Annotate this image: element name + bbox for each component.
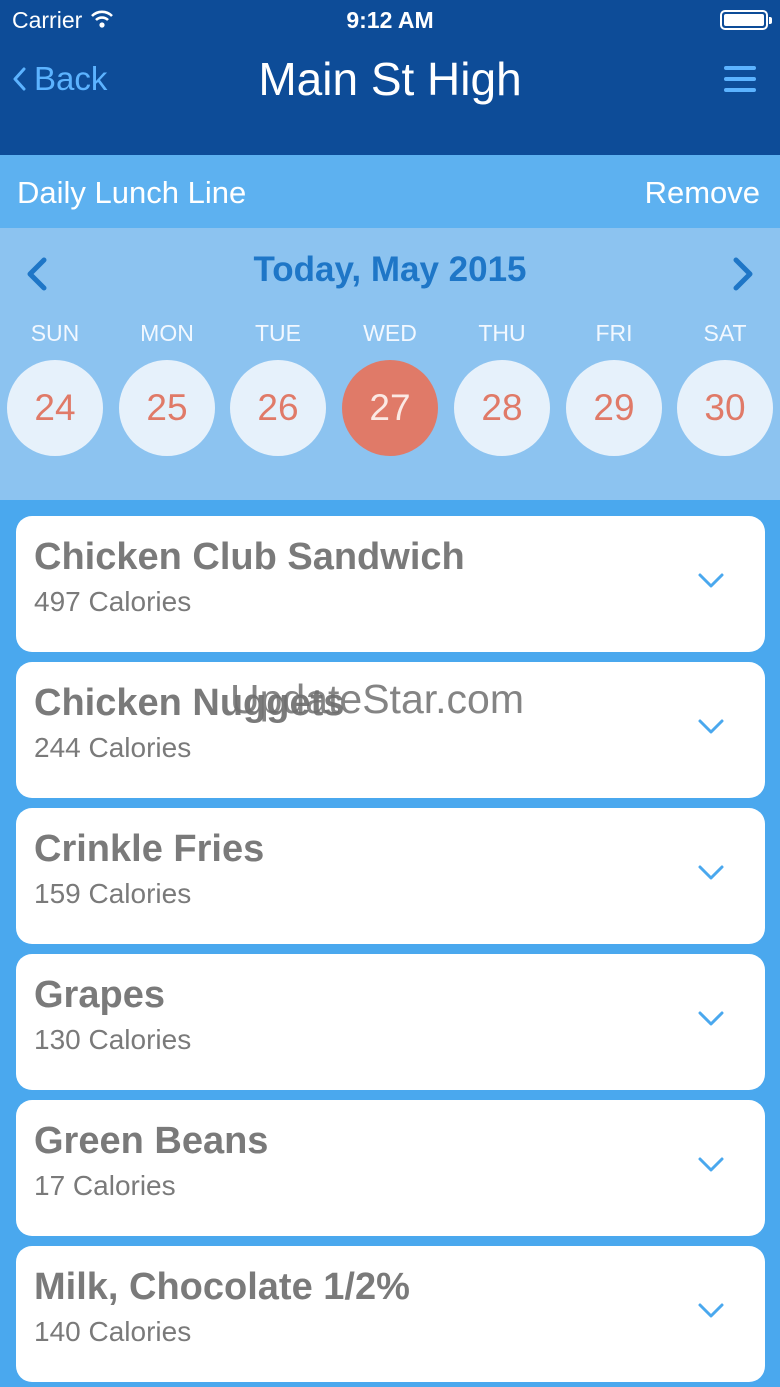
menu-item-card[interactable]: Milk, Chocolate 1/2% 140 Calories <box>16 1246 765 1382</box>
remove-button[interactable]: Remove <box>645 175 760 211</box>
weekday-label: FRI <box>595 320 633 346</box>
item-name: Chicken Nuggets <box>34 682 345 724</box>
page-title: Main St High <box>258 53 522 105</box>
chevron-down-icon[interactable] <box>697 1302 725 1325</box>
item-name: Milk, Chocolate 1/2% <box>34 1266 410 1308</box>
month-label: Today, May 2015 <box>253 250 527 289</box>
nav-bar: Back Main St High <box>0 40 780 120</box>
item-calories: 140 Calories <box>34 1316 192 1347</box>
item-calories: 130 Calories <box>34 1024 192 1055</box>
weekday-label: TUE <box>255 320 301 346</box>
menu-item-card[interactable]: Grapes 130 Calories <box>16 954 765 1090</box>
weekday-row: SUN MON TUE WED THU FRI SAT <box>0 320 780 348</box>
day-button[interactable]: 29 <box>566 360 662 456</box>
item-calories: 497 Calories <box>34 586 192 617</box>
menu-item-card[interactable]: Chicken Nuggets 244 Calories <box>16 662 765 798</box>
sub-header: Daily Lunch Line Remove <box>0 155 780 228</box>
top-bar: Carrier 9:12 AM Back Main St High <box>0 0 780 155</box>
weekday-label: SUN <box>30 320 80 346</box>
menu-list: Chicken Club Sandwich 497 Calories Chick… <box>0 500 780 1387</box>
week-calendar: Today, May 2015 SUN MON TUE WED THU FRI … <box>0 228 780 500</box>
chevron-down-icon[interactable] <box>697 1010 725 1033</box>
item-calories: 17 Calories <box>34 1170 176 1201</box>
status-bar: Carrier 9:12 AM <box>0 0 780 40</box>
day-button[interactable]: 30 <box>677 360 773 456</box>
day-button[interactable]: 26 <box>230 360 326 456</box>
chevron-down-icon[interactable] <box>697 1156 725 1179</box>
chevron-right-icon[interactable] <box>728 254 758 294</box>
status-time: 9:12 AM <box>346 7 434 33</box>
item-name: Green Beans <box>34 1120 269 1162</box>
weekday-label: MON <box>140 320 194 346</box>
day-row: 24 25 26 27 28 29 30 <box>0 360 780 456</box>
item-calories: 159 Calories <box>34 878 192 909</box>
day-button-selected[interactable]: 27 <box>342 360 438 456</box>
menu-item-card[interactable]: Chicken Club Sandwich 497 Calories <box>16 516 765 652</box>
day-button[interactable]: 24 <box>7 360 103 456</box>
day-button[interactable]: 25 <box>119 360 215 456</box>
item-name: Grapes <box>34 974 165 1016</box>
weekday-label: SAT <box>703 320 747 346</box>
battery-icon <box>720 10 772 30</box>
hamburger-menu-icon[interactable] <box>724 66 756 92</box>
item-name: Crinkle Fries <box>34 828 265 870</box>
item-name: Chicken Club Sandwich <box>34 536 465 578</box>
day-button[interactable]: 28 <box>454 360 550 456</box>
item-calories: 244 Calories <box>34 732 192 763</box>
menu-item-card[interactable]: Green Beans 17 Calories <box>16 1100 765 1236</box>
chevron-down-icon[interactable] <box>697 572 725 595</box>
chevron-down-icon[interactable] <box>697 718 725 741</box>
weekday-label: THU <box>478 320 526 346</box>
menu-item-card[interactable]: Crinkle Fries 159 Calories <box>16 808 765 944</box>
line-title: Daily Lunch Line <box>17 175 247 210</box>
chevron-down-icon[interactable] <box>697 864 725 887</box>
weekday-label: WED <box>363 320 417 346</box>
